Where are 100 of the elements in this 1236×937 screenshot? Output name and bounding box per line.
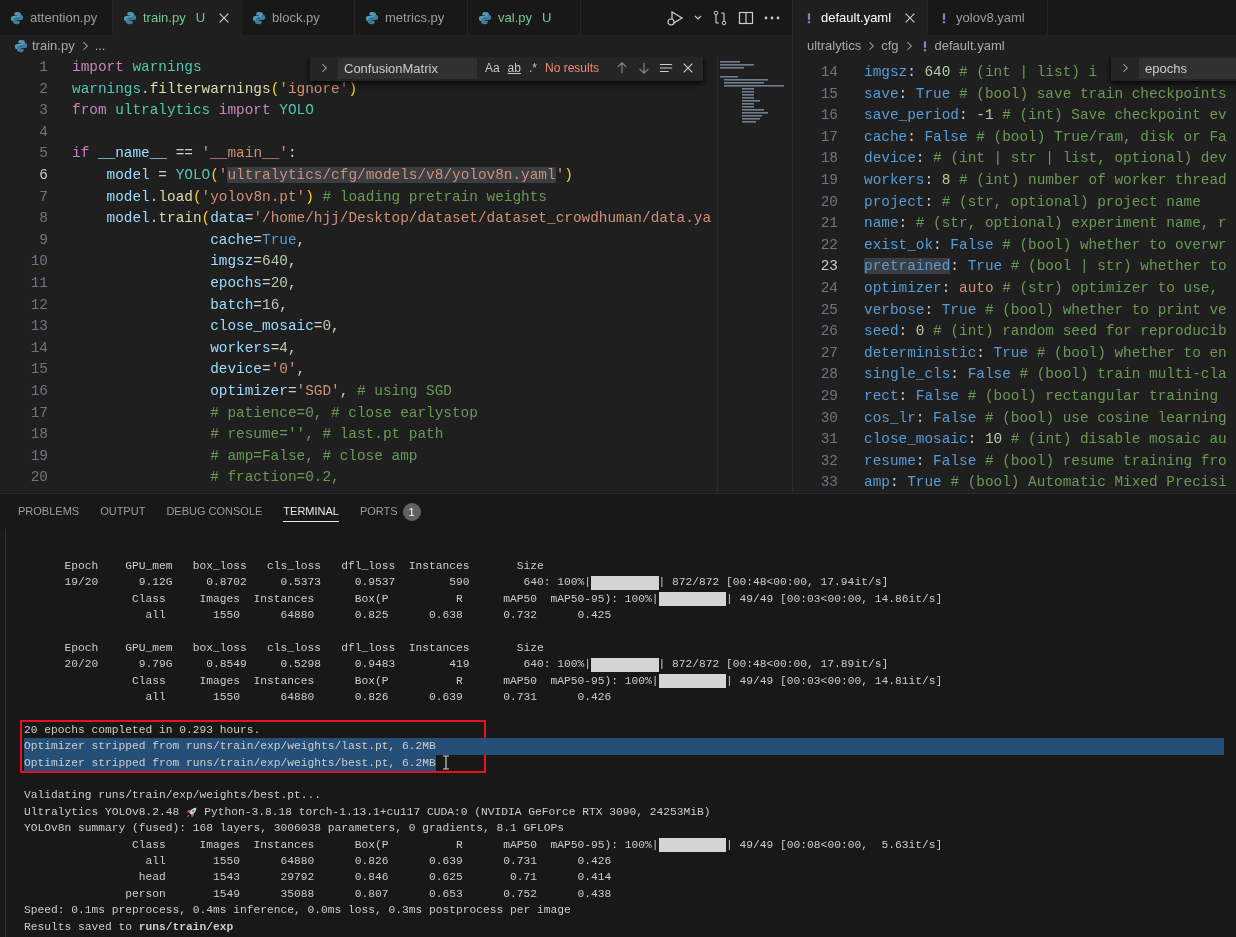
line-number: 27	[819, 343, 839, 363]
panel-tab[interactable]: DEBUG CONSOLE	[166, 500, 263, 523]
code-line: model.train(data='/home/hjj/Desktop/dataset/dataset_crowdhuman/data.ya	[105, 209, 712, 229]
panel-tab[interactable]: OUTPUT	[100, 500, 146, 523]
terminal-text: Results saved to runs/train/exp	[24, 919, 234, 935]
terminal-text: Epoch GPU_mem box_loss cls_loss dfl_loss Instances Size	[63, 559, 544, 574]
panel-tab[interactable]: PROBLEMS	[18, 500, 80, 523]
run-icon[interactable]	[666, 9, 684, 26]
line-number: 16	[29, 381, 49, 401]
code-line: if __name__ == '__main__':	[72, 144, 297, 164]
terminal-text: 19/20 9.12G 0.8702 0.5373 0.9537 590 640: 100%|	[63, 575, 592, 591]
code-line: device: # (int | str | list, optional) dev	[864, 149, 1227, 169]
code-line: model = YOLO('ultralytics/cfg/models/v8/yolov8n.yaml')	[105, 165, 573, 185]
code-line: workers=4,	[209, 338, 297, 358]
code-line: seed: 0 # (int) random seed for reproducib	[864, 322, 1227, 342]
editor-tab[interactable]: train.py U	[113, 0, 243, 35]
line-number: 20	[29, 468, 49, 488]
code-line: workers: 8 # (int) number of worker thread	[864, 170, 1227, 190]
tab-label: val.py	[498, 8, 532, 27]
line-number: 11	[29, 273, 49, 293]
option-toggle[interactable]: Aa	[484, 59, 500, 77]
status-label: U	[195, 8, 206, 27]
line-number: 25	[819, 300, 839, 320]
terminal-text: all 1550 64880 0.825 0.638 0.732 0.425	[144, 608, 612, 624]
line-number: 22	[819, 235, 839, 255]
editor-tab[interactable]: default.yaml	[793, 0, 929, 35]
line-number: 13	[29, 317, 49, 337]
code-line: cache=True,	[209, 230, 306, 250]
option-toggle[interactable]: ab	[507, 59, 521, 77]
panel-tab[interactable]: PORTS	[359, 500, 398, 523]
python-icon	[365, 10, 380, 25]
terminal-text: | 49/49 [00:03<00:00, 14.86it/s]	[726, 591, 943, 607]
code-line: model.load('yolov8n.pt') # loading pretrain weights	[105, 187, 547, 207]
breadcrumb-item[interactable]: ultralytics	[807, 36, 862, 56]
code-line: device='0',	[209, 360, 306, 380]
code-line: deterministic: True # (bool) whether to en	[864, 343, 1227, 363]
code-line: name: # (str, optional) experiment name, r	[864, 214, 1227, 234]
code-line: rect: False # (bool) rectangular training	[864, 386, 1219, 406]
terminal-text: Class Images Instances Box(P R mAP50 mAP50-95): 100%|	[131, 673, 659, 689]
caret-icon[interactable]	[694, 13, 702, 22]
breadcrumb-item[interactable]: train.py	[32, 36, 75, 56]
line-number: 14	[819, 63, 839, 82]
tab-label: metrics.py	[385, 8, 445, 27]
terminal-text: Epoch GPU_mem box_loss cls_loss dfl_loss Instances Size	[63, 640, 544, 656]
terminal-text: 20 epochs completed in 0.293 hours.	[24, 722, 261, 738]
line-number: 19	[29, 446, 49, 466]
terminal-text: Speed: 0.1ms preprocess, 0.4ms inference, 0.0ms loss, 0.3ms postprocess per image	[24, 903, 571, 919]
arrow-down-icon[interactable]	[637, 61, 651, 75]
python-icon	[14, 39, 28, 53]
terminal-text: Optimizer stripped from runs/train/exp/weights/last.pt, 6.2MB	[24, 739, 436, 755]
split-editor-icon[interactable]	[738, 9, 754, 26]
code-line: # patience=0, # close earlystop	[209, 403, 478, 423]
tab-label: block.py	[272, 8, 320, 27]
line-number: 5	[38, 144, 49, 164]
line-number: 17	[29, 403, 49, 423]
line-number: 20	[819, 192, 839, 212]
terminal-text: person 1549 35088 0.807 0.653 0.752 0.438	[124, 886, 612, 902]
terminal-text: | 872/872 [00:48<00:00, 17.89it/s]	[658, 657, 889, 673]
line-number: 23	[819, 257, 839, 277]
line-number: 29	[819, 386, 839, 406]
compare-icon[interactable]	[712, 9, 728, 26]
option-toggle[interactable]: .*	[528, 59, 537, 77]
code-line: # amp=False, # close amp	[209, 446, 418, 466]
code-line: import warnings	[72, 58, 202, 77]
code-line: save: True # (bool) save train checkpoints	[864, 84, 1227, 104]
terminal-text: 20/20 9.79G 0.8549 0.5298 0.9483 419 640: 100%|	[63, 657, 592, 673]
search-field[interactable]: epochs	[1139, 57, 1236, 79]
breadcrumb-item[interactable]: cfg	[881, 36, 899, 56]
tab-label: attention.py	[30, 8, 98, 27]
breadcrumb-item[interactable]: ...	[94, 36, 106, 56]
code-line: batch=16,	[209, 295, 288, 315]
text-cursor-icon	[441, 755, 450, 771]
more-icon[interactable]	[764, 15, 780, 20]
tab-label: train.py	[143, 8, 186, 27]
terminal-text: head 1543 29792 0.846 0.625 0.71 0.414	[137, 870, 612, 886]
line-number: 9	[38, 230, 49, 250]
code-line: exist_ok: False # (bool) whether to overwr	[864, 235, 1227, 255]
status-label: U	[542, 8, 552, 27]
line-number: 12	[29, 295, 49, 315]
close-icon[interactable]	[681, 61, 695, 75]
line-number: 14	[29, 338, 49, 358]
python-icon	[123, 10, 137, 25]
search-field[interactable]: ConfusionMatrix	[338, 57, 477, 79]
code-line: optimizer='SGD', # using SGD	[209, 381, 452, 401]
code-line: close_mosaic: 10 # (int) disable mosaic au	[864, 430, 1227, 450]
code-line: imgsz=640,	[209, 252, 297, 272]
breadcrumb-item[interactable]: default.yaml	[934, 36, 1005, 56]
panel-tab[interactable]: TERMINAL	[283, 500, 339, 523]
code-line: pretrained: True # (bool | str) whether to	[864, 257, 1227, 277]
code-line: single_cls: False # (bool) train multi-cla	[864, 365, 1227, 385]
line-number: 18	[819, 149, 839, 169]
code-line: cache: False # (bool) True/ram, disk or Fa	[864, 127, 1227, 147]
code-line: imgsz: 640 # (int | list) i	[864, 63, 1098, 82]
lines-icon[interactable]	[659, 61, 673, 75]
rocket-icon	[185, 805, 199, 819]
line-number: 32	[819, 451, 839, 471]
arrow-up-icon[interactable]	[615, 61, 629, 75]
line-number: 7	[38, 187, 49, 207]
line-number: 4	[38, 122, 49, 142]
terminal-text: Class Images Instances Box(P R mAP50 mAP50-95): 100%|	[131, 837, 659, 853]
